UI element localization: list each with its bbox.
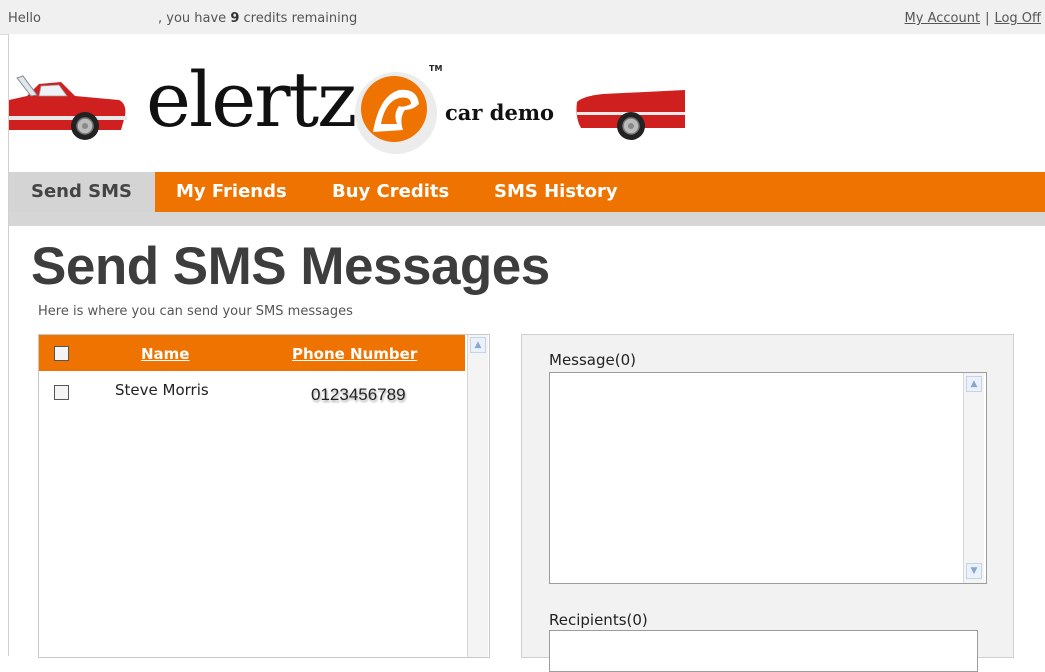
message-scrollbar[interactable]: ▲ ▼: [963, 373, 984, 583]
main-nav: Send SMS My Friends Buy Credits SMS Hist…: [9, 172, 1045, 212]
site-header: elertz TM car demo: [9, 34, 1045, 172]
list-scrollbar[interactable]: ▲: [467, 335, 488, 657]
friend-phone: 0123456789: [311, 385, 406, 404]
log-off-link[interactable]: Log Off: [994, 11, 1041, 26]
message-textarea[interactable]: [549, 372, 987, 584]
recipients-label: Recipients(0): [549, 611, 648, 629]
tab-buy-credits[interactable]: Buy Credits: [332, 172, 449, 212]
trademark-mark: TM: [429, 64, 443, 73]
message-label: Message(0): [549, 351, 636, 369]
row-checkbox[interactable]: [54, 385, 69, 400]
greeting: Hello: [8, 11, 41, 26]
my-account-link[interactable]: My Account: [905, 11, 981, 26]
column-header-phone[interactable]: Phone Number: [292, 345, 417, 363]
recipients-box[interactable]: [549, 630, 978, 672]
page-title: Send SMS Messages: [31, 237, 550, 296]
scroll-down-icon[interactable]: ▼: [966, 563, 982, 579]
red-car-right-image: [576, 90, 685, 140]
page-frame: elertz TM car demo Send SMS My Friends B…: [8, 34, 1045, 672]
scroll-up-icon[interactable]: ▲: [966, 376, 982, 392]
column-header-name[interactable]: Name: [141, 345, 189, 363]
red-car-left-image: [9, 75, 127, 140]
scroll-up-icon[interactable]: ▲: [470, 337, 486, 353]
tab-my-friends[interactable]: My Friends: [176, 172, 287, 212]
link-separator: |: [985, 11, 990, 26]
meerkat-logo-icon: [355, 72, 437, 154]
table-header: Name Phone Number: [39, 335, 465, 371]
select-all-checkbox[interactable]: [54, 346, 69, 361]
friends-list: Name Phone Number Steve Morris 012345678…: [38, 334, 490, 658]
message-panel: Message(0) ▲ ▼ Recipients(0): [521, 334, 1014, 672]
top-bar: Hello , you have 9 credits remaining My …: [0, 0, 1045, 35]
page-subtitle: Here is where you can send your SMS mess…: [38, 304, 353, 319]
tab-send-sms[interactable]: Send SMS: [9, 172, 155, 212]
account-links: My Account | Log Off: [905, 11, 1041, 26]
header-subtitle: car demo: [445, 100, 555, 125]
friend-name: Steve Morris: [115, 381, 209, 399]
credits-count: 9: [230, 11, 240, 26]
tab-sms-history[interactable]: SMS History: [494, 172, 618, 212]
nav-underline: [9, 212, 1045, 226]
credits-text: , you have 9 credits remaining: [158, 11, 358, 26]
elertz-logo-text: elertz: [146, 55, 357, 144]
